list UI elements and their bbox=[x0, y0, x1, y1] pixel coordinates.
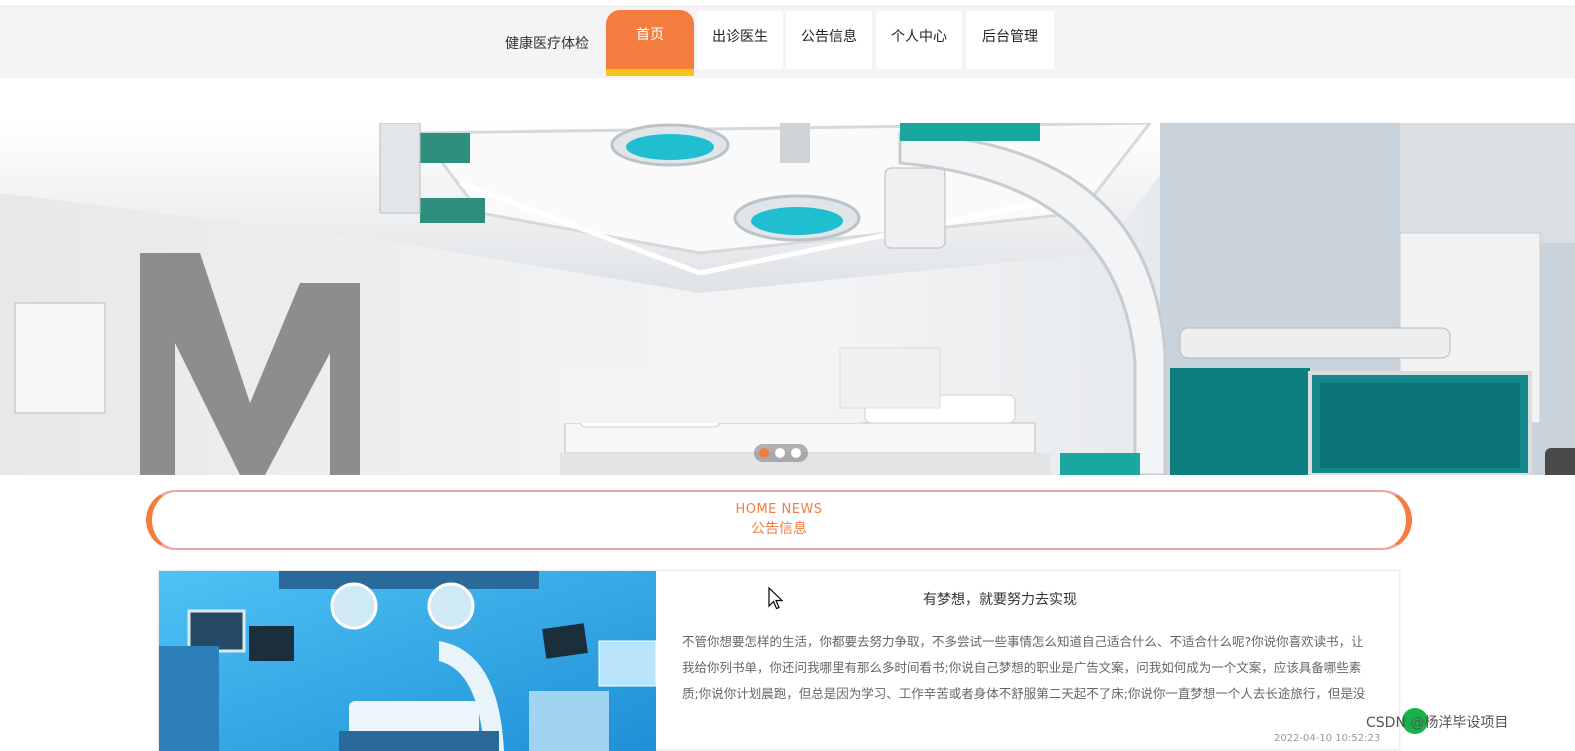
mouse-cursor-icon bbox=[768, 587, 784, 610]
nav-admin-label: 后台管理 bbox=[982, 29, 1038, 45]
news-date: 2022-04-10 10:52:23 bbox=[1274, 733, 1381, 744]
nav-announcements[interactable]: 公告信息 bbox=[786, 11, 872, 69]
nav-home[interactable]: 首页 bbox=[606, 10, 694, 76]
carousel-dot-1[interactable] bbox=[759, 448, 769, 458]
nav-doctors[interactable]: 出诊医生 bbox=[697, 11, 783, 69]
news-title[interactable]: 有梦想，就要努力去实现 bbox=[656, 589, 1344, 609]
carousel-dot-3[interactable] bbox=[791, 448, 801, 458]
operating-room-photo bbox=[0, 123, 1575, 475]
carousel-dot-2[interactable] bbox=[775, 448, 785, 458]
news-thumbnail[interactable] bbox=[159, 571, 656, 751]
news-summary: 不管你想要怎样的生活，你都要去努力争取，不多尝试一些事情怎么知道自己适合什么、不… bbox=[682, 634, 1366, 701]
nav-home-label: 首页 bbox=[636, 27, 664, 43]
section-title-en: HOME NEWS bbox=[735, 502, 823, 517]
operating-room-thumbnail bbox=[159, 571, 656, 751]
nav-admin[interactable]: 后台管理 bbox=[966, 11, 1054, 69]
nav-personal-center[interactable]: 个人中心 bbox=[876, 11, 962, 69]
top-navbar: 健康医疗体检 首页 出诊医生 公告信息 个人中心 后台管理 bbox=[0, 6, 1575, 78]
section-title-cn: 公告信息 bbox=[751, 521, 807, 537]
carousel-prev-button[interactable]: ‹ bbox=[1545, 448, 1575, 475]
site-brand: 健康医疗体检 bbox=[505, 36, 589, 52]
watermark: CSDN @杨洋毕设项目 bbox=[1366, 715, 1509, 731]
news-section-header: HOME NEWS 公告信息 bbox=[146, 490, 1412, 550]
carousel-indicators bbox=[754, 444, 808, 462]
nav-personal-center-label: 个人中心 bbox=[891, 29, 947, 45]
banner-carousel[interactable]: ‹ bbox=[0, 123, 1575, 475]
nav-doctors-label: 出诊医生 bbox=[712, 29, 768, 45]
nav-announcements-label: 公告信息 bbox=[801, 29, 857, 45]
